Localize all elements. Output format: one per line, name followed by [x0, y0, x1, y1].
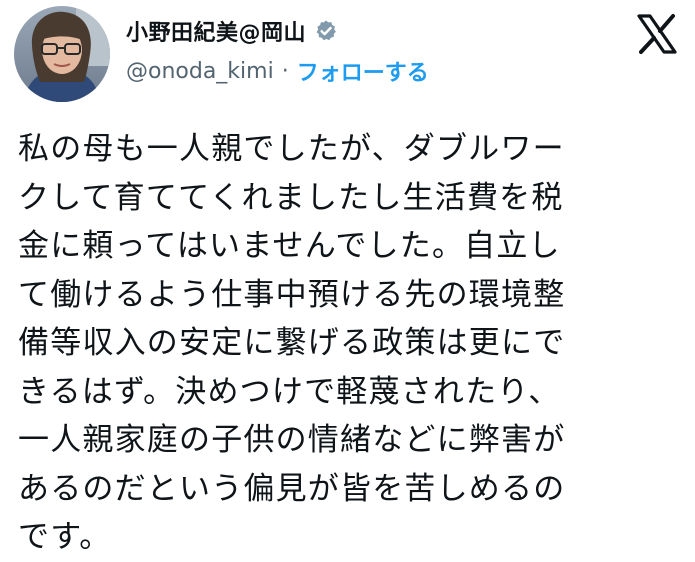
tweet-text-line: 一人親家庭の子供の情緒などに弊害が [18, 422, 566, 458]
author-handle-row: @onoda_kimi · フォローする [126, 54, 429, 88]
verified-badge-icon [314, 19, 338, 43]
tweet-text: 私の母も一人親でしたが、ダブルワー クして育ててくれましたし生活費を税 金に頼っ… [18, 125, 682, 562]
follow-button[interactable]: フォローする [297, 55, 429, 87]
tweet-text-line: て働けるよう仕事中預ける先の環境整 [18, 276, 566, 313]
separator-dot: · [281, 58, 289, 84]
tweet-text-line: きるはず。決めつけで軽蔑されたり、 [18, 373, 561, 410]
tweet-text-line: 金に頼ってはいませんでした。自立し [18, 228, 561, 264]
tweet-text-line: 私の母も一人親でしたが、ダブルワー [18, 131, 565, 167]
author-display-name[interactable]: 小野田紀美@岡山 [126, 15, 306, 47]
author-name-row: 小野田紀美@岡山 [126, 14, 338, 48]
profile-avatar[interactable] [14, 6, 110, 102]
tweet-text-line: あるのだという偏見が皆を苦しめるの [18, 470, 566, 507]
tweet-text-line: クして育ててくれましたし生活費を税 [18, 179, 564, 216]
x-logo-icon[interactable] [633, 10, 681, 58]
tweet-text-line: 備等収入の安定に繋げる政策は更にで [18, 325, 566, 361]
author-handle[interactable]: @onoda_kimi [126, 59, 274, 84]
tweet-text-line: です。 [18, 519, 112, 555]
tweet-card: 小野田紀美@岡山 @onoda_kimi · フォローする 私の母も一人親でした… [0, 0, 695, 559]
